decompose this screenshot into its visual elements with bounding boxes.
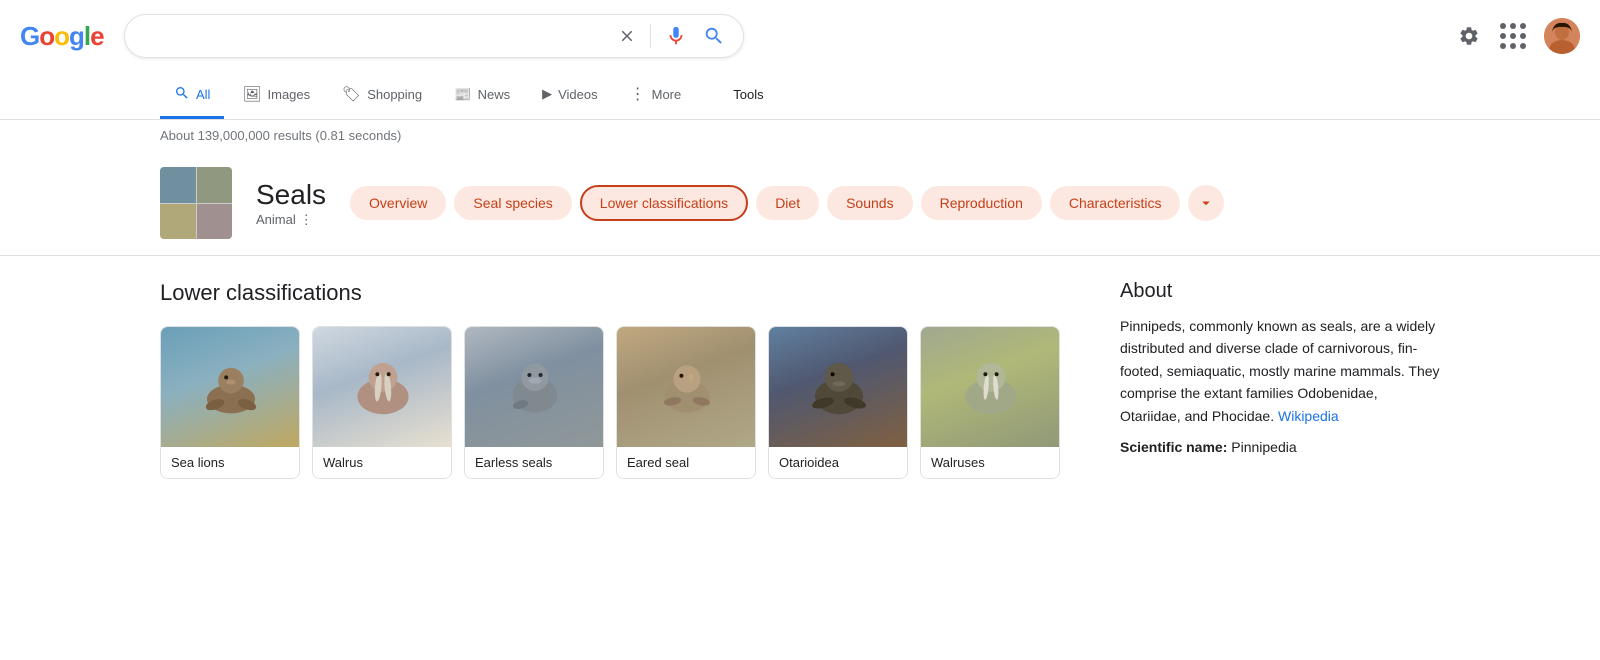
tab-more-label: More [652, 87, 682, 102]
animal-name-walrus: Walrus [313, 447, 451, 478]
chip-reproduction[interactable]: Reproduction [921, 186, 1042, 220]
search-input[interactable]: different types of seals [141, 27, 606, 45]
tab-shopping-label: Shopping [367, 87, 422, 102]
google-logo: Google [20, 21, 104, 52]
search-button[interactable] [701, 23, 727, 49]
avatar[interactable] [1544, 18, 1580, 54]
search-nav-icon [174, 85, 190, 104]
divider [650, 24, 651, 48]
eared-seal-image [617, 327, 756, 447]
tab-all-label: All [196, 87, 210, 102]
tab-images-label: Images [268, 87, 311, 102]
chip-diet[interactable]: Diet [756, 186, 819, 220]
more-icon: ⋮ [630, 84, 646, 104]
animal-name-sea-lions: Sea lions [161, 447, 299, 478]
microphone-button[interactable] [663, 23, 689, 49]
scientific-name: Scientific name: Pinnipedia [1120, 439, 1440, 455]
about-panel: About Pinnipeds, commonly known as seals… [1120, 280, 1440, 479]
tab-tools[interactable]: Tools [719, 75, 777, 117]
about-title: About [1120, 280, 1440, 303]
main-content: Lower classifications Sea lions [0, 256, 1600, 503]
animal-card-otarioidea[interactable]: Otarioidea [768, 326, 908, 479]
clear-button[interactable] [616, 25, 638, 47]
images-icon: 🖼 [242, 85, 261, 103]
earless-seals-image [465, 327, 604, 447]
seals-entity-header: Seals Animal ⋮ Overview Seal species Low… [0, 151, 1600, 255]
chip-characteristics[interactable]: Characteristics [1050, 186, 1181, 220]
tab-shopping[interactable]: 🏷 Shopping [328, 73, 436, 118]
results-count: About 139,000,000 results (0.81 seconds) [0, 120, 1600, 151]
header: Google different types of seals [0, 0, 1600, 72]
news-icon: 📰 [454, 86, 471, 103]
tab-tools-label: Tools [733, 87, 763, 102]
chip-seal-species[interactable]: Seal species [454, 186, 571, 220]
animal-name-walruses: Walruses [921, 447, 1059, 478]
section-title: Lower classifications [160, 280, 1060, 306]
entity-title-block: Seals Animal ⋮ [256, 178, 326, 228]
tab-news-label: News [478, 87, 511, 102]
animal-card-walrus[interactable]: Walrus [312, 326, 452, 479]
videos-icon: ▶ [542, 86, 552, 102]
walrus-image [313, 327, 452, 447]
animal-card-earless-seals[interactable]: Earless seals [464, 326, 604, 479]
animals-grid: Sea lions Walrus [160, 326, 1060, 479]
grid-icon [1500, 23, 1526, 49]
header-right [1456, 18, 1580, 54]
wikipedia-link[interactable]: Wikipedia [1278, 408, 1339, 424]
chip-sounds[interactable]: Sounds [827, 186, 912, 220]
search-bar: different types of seals [124, 14, 744, 58]
settings-button[interactable] [1456, 23, 1482, 49]
animal-card-eared-seal[interactable]: Eared seal [616, 326, 756, 479]
tab-videos[interactable]: ▶ Videos [528, 74, 612, 117]
animal-name-earless-seals: Earless seals [465, 447, 603, 478]
animal-card-sea-lions[interactable]: Sea lions [160, 326, 300, 479]
chip-lower-classifications[interactable]: Lower classifications [580, 185, 748, 221]
chip-overview[interactable]: Overview [350, 186, 446, 220]
tab-news[interactable]: 📰 News [440, 74, 524, 118]
animal-name-otarioidea: Otarioidea [769, 447, 907, 478]
tab-all[interactable]: All [160, 73, 224, 119]
entity-subtitle: Animal ⋮ [256, 212, 326, 228]
entity-menu-dots[interactable]: ⋮ [300, 212, 313, 228]
walruses-image [921, 327, 1060, 447]
apps-button[interactable] [1498, 21, 1528, 51]
chip-expand-button[interactable] [1188, 185, 1224, 221]
animal-card-walruses[interactable]: Walruses [920, 326, 1060, 479]
shopping-icon: 🏷 [342, 85, 361, 103]
tab-videos-label: Videos [558, 87, 598, 102]
nav-tabs: All 🖼 Images 🏷 Shopping 📰 News ▶ Videos … [0, 72, 1600, 120]
otarioidea-image [769, 327, 908, 447]
tab-images[interactable]: 🖼 Images [228, 73, 324, 118]
sea-lions-image [161, 327, 300, 447]
entity-chips: Overview Seal species Lower classificati… [350, 185, 1440, 221]
about-text: Pinnipeds, commonly known as seals, are … [1120, 315, 1440, 427]
seals-thumbnail[interactable] [160, 167, 232, 239]
lower-classifications-section: Lower classifications Sea lions [160, 280, 1060, 479]
tab-more[interactable]: ⋮ More [616, 72, 696, 119]
entity-title: Seals [256, 178, 326, 212]
animal-name-eared-seal: Eared seal [617, 447, 755, 478]
